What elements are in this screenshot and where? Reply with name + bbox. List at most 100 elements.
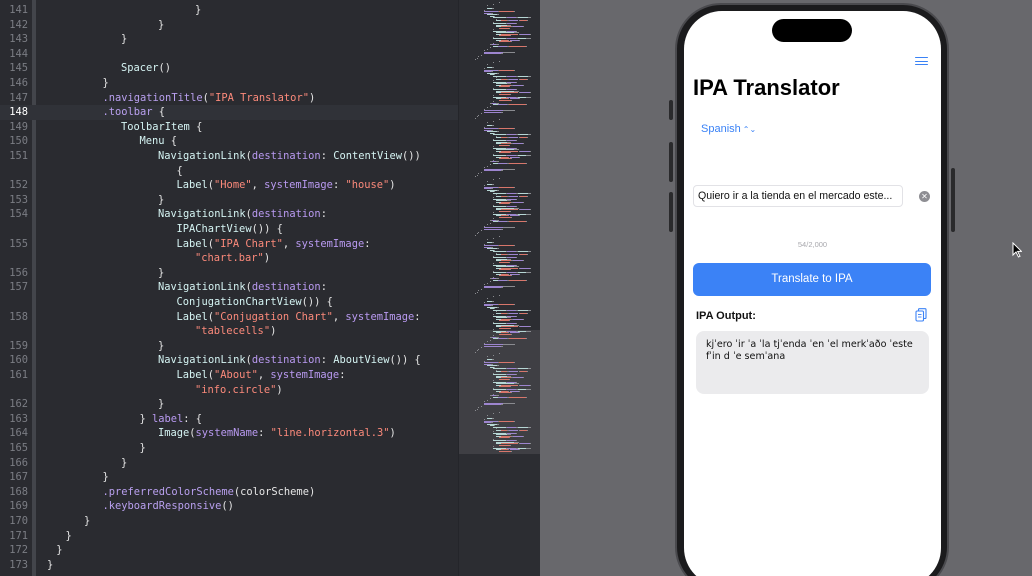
code-line[interactable]: 157 NavigationLink(destination:	[0, 280, 458, 295]
code-text: }	[158, 397, 164, 412]
language-picker[interactable]: Spanish ⌃⌄	[701, 123, 756, 135]
code-token: systemImage	[264, 179, 333, 192]
code-line[interactable]: 150 Menu {	[0, 134, 458, 149]
code-line[interactable]: ConjugationChartView()) {	[0, 295, 458, 310]
code-line[interactable]: 161 Label("About", systemImage:	[0, 368, 458, 383]
minimap-stroke	[506, 368, 517, 369]
minimap-stroke	[475, 351, 476, 353]
minimap-stroke	[519, 98, 521, 99]
code-line[interactable]: 152 Label("Home", systemImage: "house")	[0, 178, 458, 193]
code-line[interactable]: 154 NavigationLink(destination:	[0, 207, 458, 222]
code-line[interactable]: 146}	[0, 76, 458, 91]
code-token: }	[158, 193, 165, 206]
minimap-stroke	[509, 162, 527, 164]
minimap-stroke	[530, 33, 532, 35]
code-line[interactable]: 163} label: {	[0, 412, 458, 427]
minimap-stroke	[496, 365, 499, 366]
minimap-stroke	[499, 320, 509, 321]
code-line[interactable]: 156}	[0, 266, 458, 281]
code-line[interactable]: 164 Image(systemName: "line.horizontal.3"…	[0, 426, 458, 441]
minimap-stroke	[513, 11, 515, 12]
minimap-stroke	[506, 134, 517, 135]
code-token: {	[164, 135, 178, 148]
code-line[interactable]: 162}	[0, 397, 458, 412]
code-line[interactable]: 143}	[0, 32, 458, 47]
code-token: ()) {	[301, 296, 333, 308]
code-text: NavigationLink(destination:	[158, 207, 327, 222]
minimap-stroke	[487, 180, 488, 182]
copy-icon[interactable]	[915, 308, 927, 322]
code-line[interactable]: 144	[0, 47, 458, 62]
minimap-stroke	[487, 63, 488, 65]
minimap-stroke	[499, 11, 514, 12]
minimap-stroke	[499, 269, 510, 270]
code-line[interactable]: 142}	[0, 18, 458, 33]
code-line[interactable]: 173}	[0, 558, 458, 573]
code-token: .preferredColorScheme	[102, 485, 234, 498]
code-line[interactable]: 167}	[0, 470, 458, 485]
translate-button[interactable]: Translate to IPA	[693, 263, 931, 296]
code-line[interactable]: 160 NavigationLink(destination: AboutView…	[0, 353, 458, 368]
minimap-stroke	[528, 368, 531, 369]
code-editor[interactable]: 141} 142} 143} 144 145 Spacer() 146} 147 .naviga…	[0, 0, 540, 576]
code-line[interactable]: 170}	[0, 514, 458, 529]
line-number: 171	[9, 529, 28, 542]
code-line[interactable]: "tablecells")	[0, 324, 458, 339]
code-line[interactable]: 166}	[0, 456, 458, 471]
minimap-stroke	[496, 189, 499, 191]
code-text: Label("Conjugation Chart", systemImage:	[177, 310, 421, 325]
code-line[interactable]: 171}	[0, 529, 458, 544]
line-number: 169	[9, 500, 28, 513]
code-line[interactable]: "chart.bar")	[0, 251, 458, 266]
minimap-stroke	[508, 254, 519, 255]
code-token: :	[320, 281, 327, 294]
code-text: }	[121, 32, 127, 47]
code-line[interactable]: 159}	[0, 339, 458, 354]
minimap-stroke	[499, 327, 510, 329]
minimap-stroke	[490, 339, 491, 341]
code-text: }	[121, 456, 127, 471]
minimap-stroke	[513, 303, 515, 305]
code-line[interactable]: 158 Label("Conjugation Chart", systemImag…	[0, 310, 458, 325]
minimap-stroke	[496, 14, 499, 15]
minimap-stroke	[487, 107, 488, 108]
line-number: 152	[9, 179, 28, 192]
minimap[interactable]	[458, 0, 540, 576]
code-line[interactable]: "info.circle")	[0, 383, 458, 398]
code-area[interactable]: 141} 142} 143} 144 145 Spacer() 146} 147 .naviga…	[0, 0, 458, 576]
minimap-stroke	[499, 450, 511, 452]
code-line[interactable]: 145 Spacer()	[0, 61, 458, 76]
minimap-stroke	[499, 203, 509, 204]
clear-icon[interactable]: ✕	[919, 191, 930, 202]
minimap-stroke	[523, 143, 524, 144]
code-line[interactable]: {	[0, 164, 458, 179]
code-token: : {	[183, 412, 203, 425]
minimap-stroke	[528, 426, 531, 428]
code-line[interactable]: 168 .preferredColorScheme(colorScheme)	[0, 485, 458, 500]
minimap-stroke	[508, 86, 510, 87]
code-line[interactable]: 151 NavigationLink(destination: ContentVi…	[0, 149, 458, 164]
line-number: 157	[9, 281, 28, 294]
code-token: }	[139, 442, 146, 454]
minimap-stroke	[526, 396, 528, 398]
code-line[interactable]: 169 .keyboardResponsive()	[0, 499, 458, 514]
line-horizontal-3-icon[interactable]	[915, 56, 929, 66]
code-line[interactable]: 165}	[0, 441, 458, 456]
code-line[interactable]: 172}	[0, 543, 458, 558]
minimap-stroke	[493, 251, 506, 252]
code-line[interactable]: 155 Label("IPA Chart", systemImage:	[0, 237, 458, 252]
code-line[interactable]: 149 ToolbarItem {	[0, 120, 458, 135]
code-token: ToolbarItem	[121, 120, 190, 133]
code-line[interactable]: 147 .navigationTitle("IPA Translator")	[0, 91, 458, 106]
code-line[interactable]: 153}	[0, 193, 458, 208]
minimap-stroke	[487, 414, 488, 416]
minimap-stroke	[493, 368, 506, 369]
code-line[interactable]: 141}	[0, 3, 458, 18]
minimap-stroke	[475, 176, 476, 177]
code-line[interactable]: 148 .toolbar {	[0, 105, 458, 120]
code-line[interactable]: IPAChartView()) {	[0, 222, 458, 237]
text-input[interactable]: Quiero ir a la tienda en el mercado este…	[693, 185, 903, 207]
minimap-stroke	[493, 17, 506, 18]
minimap-stroke	[499, 444, 510, 446]
minimap-stroke	[487, 165, 488, 167]
